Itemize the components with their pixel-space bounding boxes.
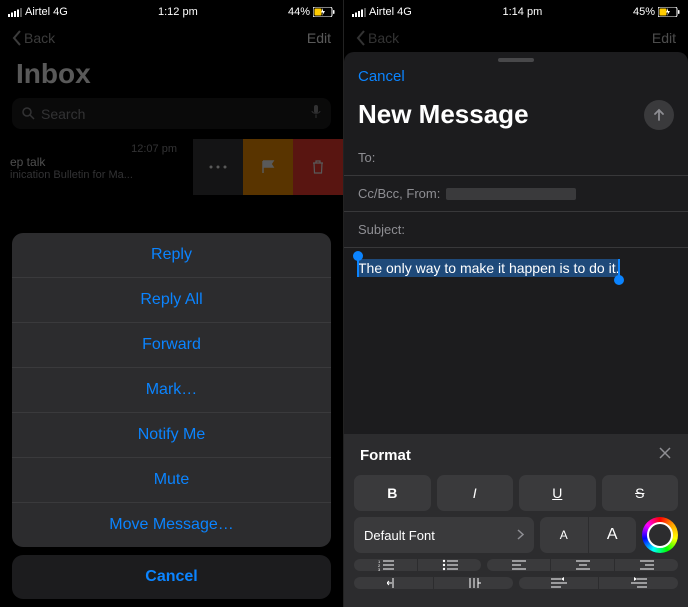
bullet-list-button[interactable] <box>418 559 481 571</box>
align-right-button[interactable] <box>615 559 678 571</box>
indent-button[interactable] <box>434 577 513 589</box>
ellipsis-icon <box>209 165 227 169</box>
battery-icon <box>658 7 680 17</box>
back-label: Back <box>24 30 55 46</box>
page-title: Inbox <box>0 54 343 98</box>
swipe-flag-button[interactable] <box>243 139 293 195</box>
body-textarea[interactable]: The only way to make it happen is to do … <box>344 248 688 290</box>
signal-icon <box>352 8 366 17</box>
list-ul-icon <box>442 559 458 571</box>
message-preview: inication Bulletin for Ma... <box>10 169 183 181</box>
color-swatch-icon <box>647 522 673 548</box>
search-input[interactable]: Search <box>12 98 331 129</box>
to-label: To: <box>358 150 375 165</box>
outdent-icon <box>387 577 401 589</box>
flag-icon <box>261 160 275 174</box>
status-bar: Airtel 4G 1:12 pm 44% <box>0 0 343 22</box>
swipe-trash-button[interactable] <box>293 139 343 195</box>
from-value-redacted <box>446 188 576 200</box>
format-title: Format <box>360 447 411 464</box>
selection-handle-end[interactable] <box>614 275 624 285</box>
mic-icon[interactable] <box>311 105 321 122</box>
format-close-button[interactable] <box>658 446 672 465</box>
underline-button[interactable]: U <box>519 475 596 511</box>
sheet-cancel[interactable]: Cancel <box>12 555 331 599</box>
ltr-button[interactable] <box>519 577 599 589</box>
format-panel: Format B I U S Default Font <box>344 434 688 607</box>
phone-screenshot-left: Airtel 4G 1:12 pm 44% Back Edit Inbox Se… <box>0 0 344 607</box>
back-button[interactable]: Back <box>12 30 55 46</box>
swipe-more-button[interactable] <box>193 139 243 195</box>
indent-icon <box>467 577 481 589</box>
selection-handle-start[interactable] <box>353 251 363 261</box>
sheet-grabber[interactable] <box>498 58 534 62</box>
carrier-label: Airtel 4G <box>25 6 68 18</box>
bold-button[interactable]: B <box>354 475 431 511</box>
send-button[interactable] <box>644 100 674 130</box>
font-picker-button[interactable]: Default Font <box>354 517 534 553</box>
align-right-icon <box>640 560 654 570</box>
compose-cancel[interactable]: Cancel <box>358 68 405 85</box>
message-time: 12:07 pm <box>10 143 183 155</box>
color-picker-button[interactable] <box>642 517 678 553</box>
sheet-forward[interactable]: Forward <box>12 323 331 368</box>
arrow-up-icon <box>652 108 666 122</box>
trash-icon <box>312 160 324 174</box>
sheet-notify[interactable]: Notify Me <box>12 413 331 458</box>
align-center-icon <box>576 560 590 570</box>
italic-button[interactable]: I <box>437 475 514 511</box>
search-placeholder: Search <box>41 106 85 122</box>
font-size-increase[interactable]: A <box>589 517 637 553</box>
sheet-mute[interactable]: Mute <box>12 458 331 503</box>
sheet-move[interactable]: Move Message… <box>12 503 331 547</box>
rtl-icon <box>631 577 647 589</box>
battery-percent: 45% <box>633 6 655 18</box>
font-size-stepper: A A <box>540 517 636 553</box>
search-icon <box>22 107 35 120</box>
ltr-icon <box>551 577 567 589</box>
align-left-icon <box>512 560 526 570</box>
numbered-list-button[interactable]: 123 <box>354 559 418 571</box>
compose-title: New Message <box>358 99 529 130</box>
edit-button[interactable]: Edit <box>307 30 331 46</box>
battery-icon <box>313 7 335 17</box>
subject-field[interactable]: Subject: <box>344 212 688 248</box>
subject-label: Subject: <box>358 222 405 237</box>
to-field[interactable]: To: <box>344 140 688 176</box>
font-size-decrease[interactable]: A <box>540 517 589 553</box>
close-icon <box>658 446 672 460</box>
status-time: 1:12 pm <box>158 6 198 18</box>
phone-screenshot-right: Airtel 4G 1:14 pm 45% Back Edit Cancel N… <box>344 0 688 607</box>
list-ol-icon: 123 <box>378 559 394 571</box>
strikethrough-button[interactable]: S <box>602 475 679 511</box>
battery-percent: 44% <box>288 6 310 18</box>
back-button[interactable]: Back <box>356 30 399 46</box>
message-subject: ep talk <box>10 155 183 169</box>
svg-text:3: 3 <box>378 567 381 571</box>
back-label: Back <box>368 30 399 46</box>
status-time: 1:14 pm <box>503 6 543 18</box>
align-center-button[interactable] <box>551 559 615 571</box>
action-sheet: Reply Reply All Forward Mark… Notify Me … <box>12 233 331 599</box>
status-bar: Airtel 4G 1:14 pm 45% <box>344 0 688 22</box>
signal-icon <box>8 8 22 17</box>
sheet-reply[interactable]: Reply <box>12 233 331 278</box>
rtl-button[interactable] <box>599 577 678 589</box>
ccbcc-field[interactable]: Cc/Bcc, From: <box>344 176 688 212</box>
align-left-button[interactable] <box>487 559 551 571</box>
message-row[interactable]: 12:07 pm ep talk inication Bulletin for … <box>0 139 343 195</box>
compose-sheet: Cancel New Message To: Cc/Bcc, From: Sub… <box>344 52 688 607</box>
font-label: Default Font <box>364 528 435 543</box>
nav-bar: Back Edit <box>0 22 343 54</box>
edit-button[interactable]: Edit <box>652 30 676 46</box>
selected-body-text[interactable]: The only way to make it happen is to do … <box>358 259 619 277</box>
carrier-label: Airtel 4G <box>369 6 412 18</box>
outdent-button[interactable] <box>354 577 434 589</box>
sheet-mark[interactable]: Mark… <box>12 368 331 413</box>
sheet-reply-all[interactable]: Reply All <box>12 278 331 323</box>
chevron-right-icon <box>517 528 524 543</box>
ccbcc-label: Cc/Bcc, From: <box>358 186 440 201</box>
